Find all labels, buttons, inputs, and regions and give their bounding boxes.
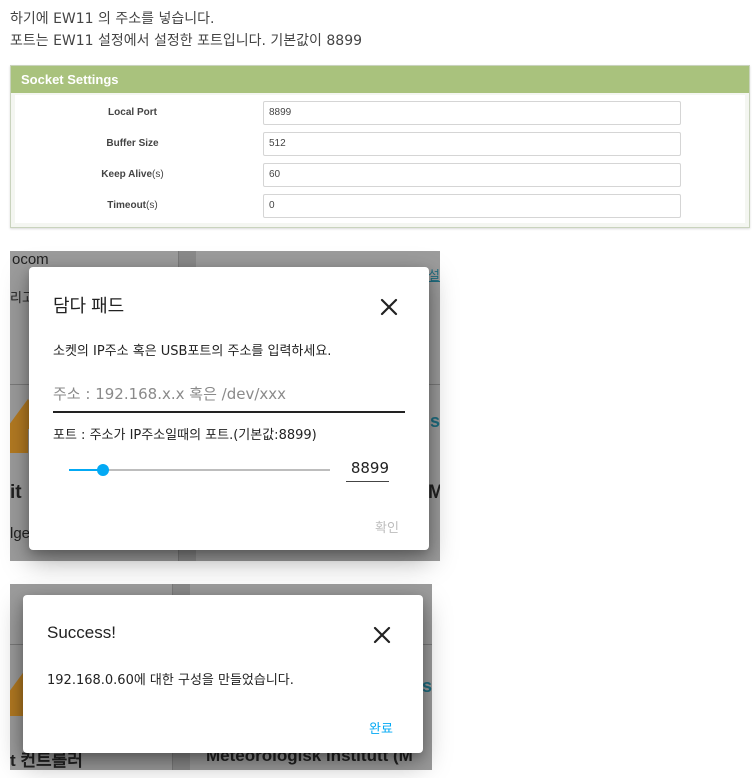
address-input-field[interactable]: [53, 377, 405, 413]
socket-settings-body: Local Port 8899 Buffer Size 512 Keep Ali…: [15, 95, 745, 223]
intro-line-1: 하기에 EW11 의 주소를 넣습니다.: [10, 11, 215, 27]
buffer-size-field[interactable]: 512: [263, 132, 681, 156]
buffer-size-row: Buffer Size 512: [15, 130, 745, 158]
port-slider[interactable]: [69, 464, 330, 476]
dialog-description: 소켓의 IP주소 혹은 USB포트의 주소를 입력하세요.: [53, 344, 332, 359]
close-icon[interactable]: [370, 623, 394, 647]
socket-settings-panel: Socket Settings Local Port 8899 Buffer S…: [10, 65, 750, 228]
house-icon-body: [10, 429, 28, 453]
dialog-title: Success!: [47, 623, 116, 642]
bg-text-fragment: it: [10, 482, 22, 503]
close-icon[interactable]: [377, 295, 401, 319]
success-message: 192.168.0.60에 대한 구성을 만들었습니다.: [47, 673, 294, 688]
success-dialog: Success! 192.168.0.60에 대한 구성을 만들었습니다. 완료: [23, 595, 423, 753]
port-value-field[interactable]: 8899: [346, 456, 389, 482]
bg-text-fragment: M: [428, 482, 440, 503]
socket-settings-title: Socket Settings: [11, 66, 749, 93]
dialog-title: 담다 패드: [53, 296, 125, 316]
local-port-field[interactable]: 8899: [263, 101, 681, 125]
bg-text-fragment: lge: [10, 525, 31, 542]
buffer-size-label: Buffer Size: [106, 138, 159, 149]
bg-link-fragment: 설: [428, 268, 440, 283]
address-input[interactable]: [53, 377, 405, 411]
bg-text-fragment: s: [430, 411, 440, 431]
bg-text-fragment: s: [422, 676, 432, 696]
keep-alive-field[interactable]: 60: [263, 163, 681, 187]
timeout-label: Timeout(s): [107, 200, 158, 211]
done-button[interactable]: 완료: [369, 718, 393, 737]
keep-alive-row: Keep Alive(s) 60: [15, 161, 745, 189]
damda-pad-dialog: 담다 패드 소켓의 IP주소 혹은 USB포트의 주소를 입력하세요. 포트 :…: [29, 267, 429, 550]
bg-text-fragment: ocom: [12, 251, 49, 268]
local-port-row: Local Port 8899: [15, 99, 745, 127]
intro-text: 하기에 EW11 의 주소를 넣습니다. 포트는 EW11 설정에서 설정한 포…: [10, 8, 362, 52]
port-slider-thumb[interactable]: [97, 464, 109, 476]
confirm-button[interactable]: 확인: [375, 517, 399, 536]
local-port-label: Local Port: [108, 107, 157, 118]
timeout-field[interactable]: 0: [263, 194, 681, 218]
intro-line-2: 포트는 EW11 설정에서 설정한 포트입니다. 기본값이 8899: [10, 33, 363, 49]
keep-alive-label: Keep Alive(s): [101, 169, 164, 180]
timeout-row: Timeout(s) 0: [15, 192, 745, 220]
port-helper-text: 포트 : 주소가 IP주소일때의 포트.(기본값:8899): [53, 428, 317, 443]
